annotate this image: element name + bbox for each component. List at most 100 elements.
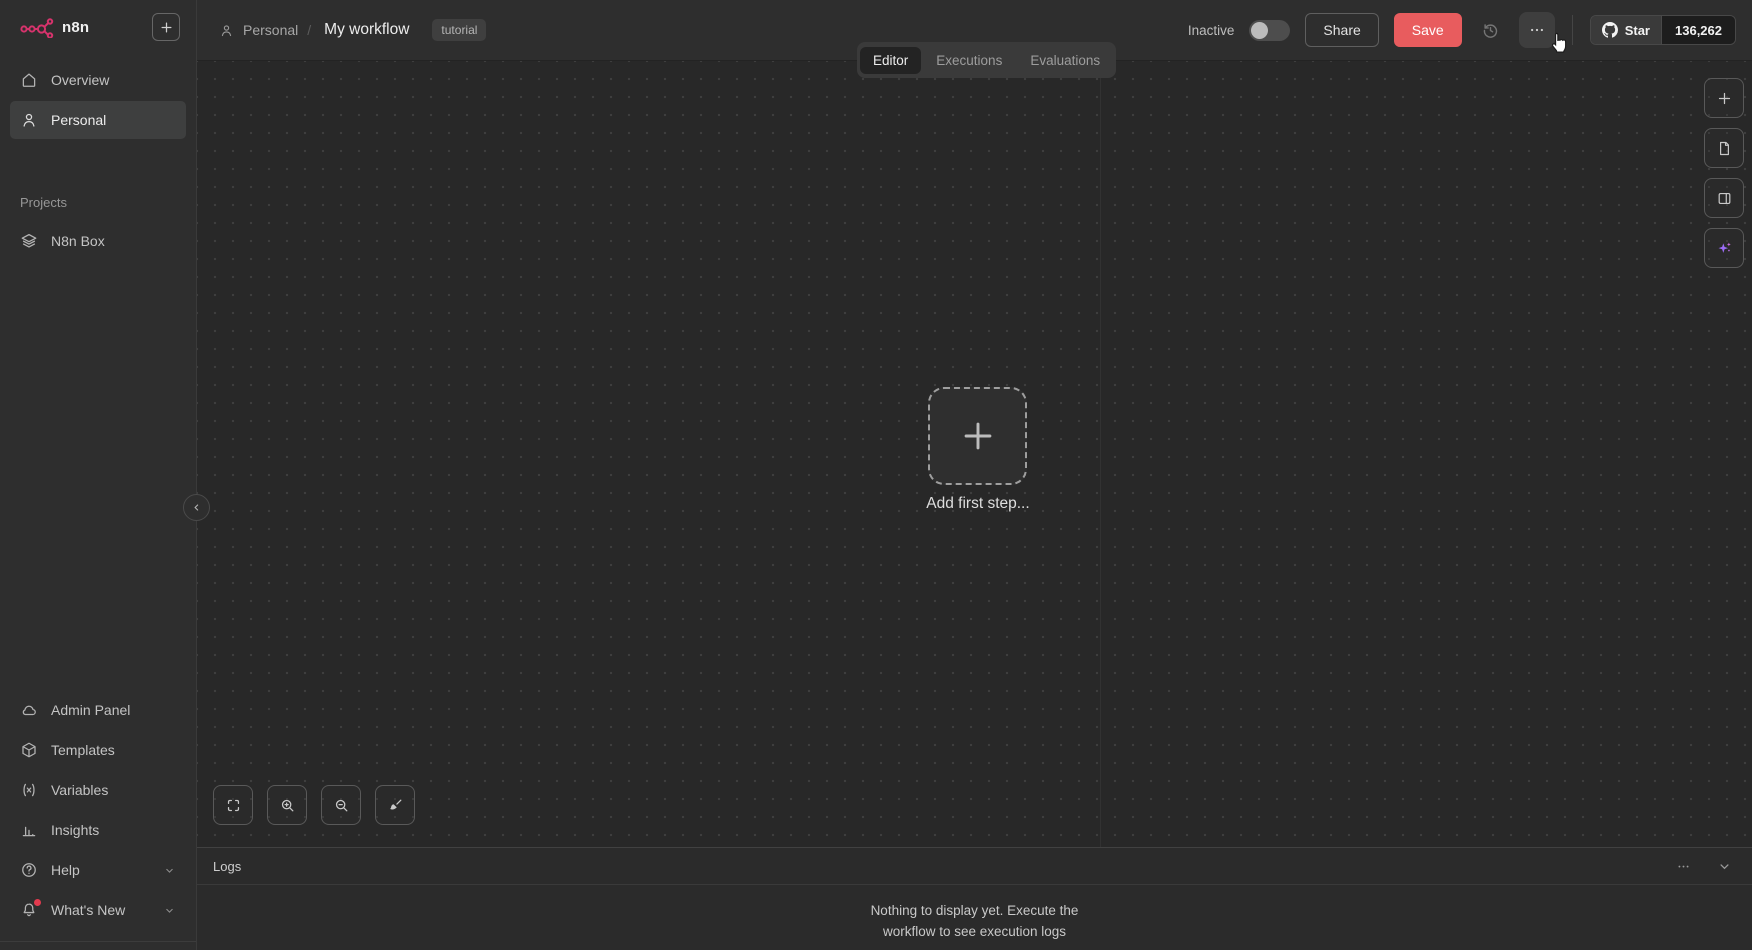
chevron-down-icon — [163, 904, 176, 917]
sidebar-logo-row: n8n — [0, 0, 196, 49]
plus-icon — [1716, 90, 1733, 107]
logs-menu-button[interactable] — [1672, 855, 1695, 878]
zoom-to-fit-button[interactable] — [213, 785, 253, 825]
toggle-panel-button[interactable] — [1704, 178, 1744, 218]
sidebar-item-label: Help — [51, 862, 80, 878]
workflow-menu-button[interactable] — [1518, 12, 1555, 48]
tab-evaluations[interactable]: Evaluations — [1017, 47, 1113, 74]
home-icon — [20, 71, 38, 89]
breadcrumb-separator: / — [307, 22, 312, 38]
header-divider — [1571, 15, 1573, 45]
n8n-app: n8n Overview Personal Projects N8n Box A… — [0, 0, 1752, 950]
canvas-right-rail — [1704, 78, 1744, 268]
sidebar-item-overview[interactable]: Overview — [10, 61, 186, 99]
sidebar-item-label: Templates — [51, 742, 115, 758]
sidebar-projects-nav: N8n Box — [0, 220, 196, 262]
github-icon — [1601, 22, 1618, 38]
sidebar-item-admin-panel[interactable]: Admin Panel — [10, 691, 186, 729]
logs-collapse-button[interactable] — [1713, 855, 1736, 878]
github-star-count[interactable]: 136,262 — [1661, 16, 1735, 44]
zoom-in-button[interactable] — [267, 785, 307, 825]
package-icon — [20, 741, 38, 759]
logs-empty-message: Nothing to display yet. Execute the work… — [870, 903, 1079, 939]
workflow-tag-badge[interactable]: tutorial — [432, 19, 487, 41]
canvas-controls — [213, 785, 415, 825]
plus-icon — [956, 414, 1000, 458]
sidebar-item-templates[interactable]: Templates — [10, 731, 186, 769]
help-icon — [20, 861, 38, 879]
chevron-down-icon — [1717, 859, 1732, 874]
bar-chart-icon — [20, 821, 38, 839]
user-icon — [20, 111, 38, 129]
zoom-out-button[interactable] — [321, 785, 361, 825]
projects-heading: Projects — [20, 195, 67, 210]
sidebar: n8n Overview Personal Projects N8n Box A… — [0, 0, 197, 950]
logs-header[interactable]: Logs — [197, 848, 1752, 885]
sidebar-main-nav: Overview Personal — [0, 59, 196, 141]
ellipsis-icon — [1528, 21, 1546, 39]
workflow-tabs: Editor Executions Evaluations — [857, 42, 1117, 78]
panel-right-icon — [1716, 190, 1733, 207]
add-sticky-note-button[interactable] — [1704, 128, 1744, 168]
tab-editor[interactable]: Editor — [860, 46, 922, 74]
tidy-up-button[interactable] — [375, 785, 415, 825]
variable-icon — [20, 781, 38, 799]
layers-icon — [20, 232, 38, 250]
sidebar-collapse-button[interactable] — [183, 494, 210, 521]
bell-icon — [20, 899, 41, 919]
add-first-step-label: Add first step... — [926, 495, 1030, 512]
activation-status-label: Inactive — [1187, 22, 1235, 38]
sidebar-bottom-nav: Admin Panel Templates Variables Insights — [0, 689, 196, 931]
workflow-title[interactable]: My workflow — [324, 21, 409, 39]
sidebar-item-insights[interactable]: Insights — [10, 811, 186, 849]
chevron-down-icon — [163, 864, 176, 877]
toggle-knob — [1251, 21, 1269, 39]
sidebar-item-variables[interactable]: Variables — [10, 771, 186, 809]
sidebar-item-label: Overview — [51, 72, 110, 88]
sidebar-item-label: Insights — [51, 822, 100, 838]
n8n-logo[interactable]: n8n — [20, 16, 89, 38]
cloud-icon — [20, 701, 38, 719]
history-icon — [1481, 21, 1500, 40]
breadcrumb-project[interactable]: Personal — [243, 22, 298, 38]
sidebar-item-label: Variables — [51, 782, 109, 798]
zoom-out-icon — [333, 797, 350, 814]
github-star-widget[interactable]: Star 136,262 — [1589, 15, 1736, 45]
notification-dot — [34, 899, 41, 906]
ai-assistant-button[interactable] — [1704, 228, 1744, 268]
logs-body: Nothing to display yet. Execute the work… — [197, 885, 1752, 942]
zoom-in-icon — [279, 797, 296, 814]
document-icon — [1716, 140, 1733, 157]
logs-actions — [1672, 855, 1736, 878]
share-button[interactable]: Share — [1305, 13, 1379, 47]
fit-view-icon — [225, 797, 242, 814]
panel-split-line — [1100, 61, 1101, 847]
plus-icon — [159, 20, 174, 35]
sidebar-item-label: Personal — [51, 112, 107, 128]
sidebar-item-label: Admin Panel — [51, 702, 131, 718]
github-star-label: Star — [1624, 22, 1650, 38]
brand-name: n8n — [62, 18, 90, 36]
add-workflow-button[interactable] — [152, 13, 180, 41]
sidebar-item-label: What's New — [51, 902, 126, 918]
workflow-canvas[interactable]: Add first step... — [197, 61, 1752, 847]
github-star-button[interactable]: Star — [1590, 16, 1661, 44]
ellipsis-icon — [1676, 859, 1691, 874]
breadcrumb: Personal / My workflow tutorial — [219, 19, 487, 41]
save-button[interactable]: Save — [1393, 13, 1462, 47]
n8n-logo-icon — [20, 16, 54, 38]
logs-panel: Logs Nothing to display yet. Execute the… — [197, 847, 1752, 950]
add-node-button[interactable] — [1704, 78, 1744, 118]
sidebar-item-personal[interactable]: Personal — [10, 101, 186, 139]
add-first-step-button[interactable] — [928, 387, 1027, 485]
chevron-left-icon — [191, 502, 202, 513]
activation-toggle[interactable] — [1249, 19, 1291, 41]
broom-icon — [387, 797, 404, 814]
sidebar-item-n8n-box[interactable]: N8n Box — [10, 222, 186, 260]
workflow-history-button[interactable] — [1477, 17, 1504, 44]
sidebar-item-whats-new[interactable]: What's New — [10, 891, 186, 929]
tab-executions[interactable]: Executions — [923, 47, 1015, 74]
sidebar-item-help[interactable]: Help — [10, 851, 186, 889]
logs-title: Logs — [213, 858, 242, 874]
